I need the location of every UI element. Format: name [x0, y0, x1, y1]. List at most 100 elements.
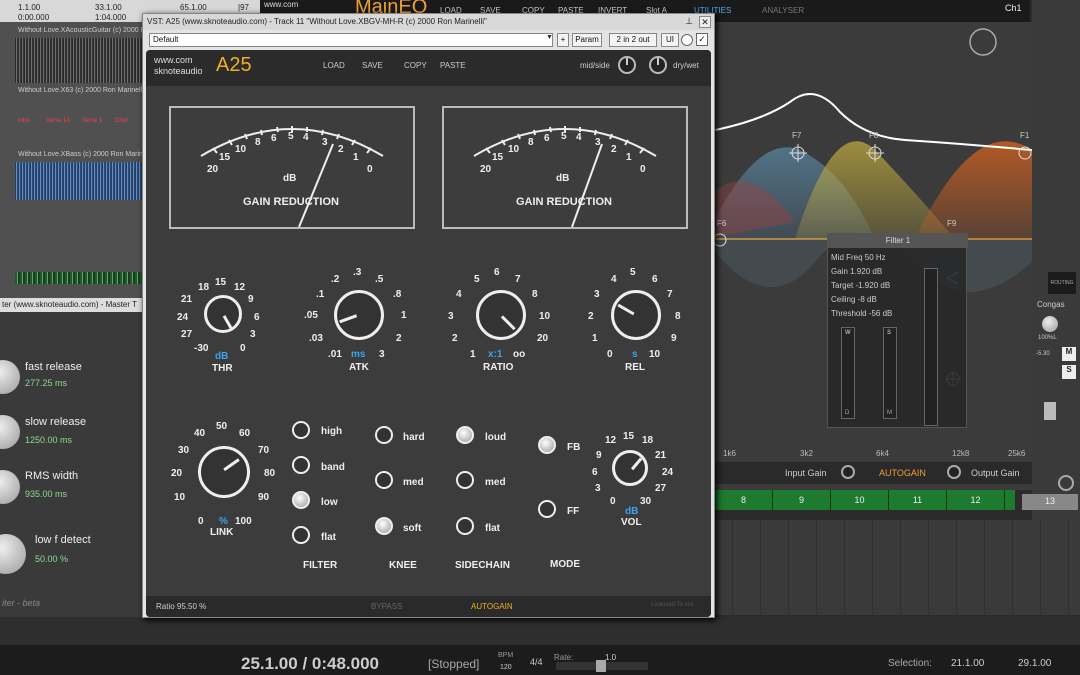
param-knob[interactable] [0, 360, 20, 394]
copy-button[interactable]: COPY [404, 61, 427, 70]
marker[interactable]: Verse 1 [82, 118, 102, 124]
release-knob[interactable] [611, 290, 661, 340]
knob-tick: 0 [198, 516, 204, 527]
selection-start: 21.1.00 [951, 658, 985, 669]
timeline-strip[interactable] [0, 617, 1080, 645]
knee-med-radio[interactable] [375, 471, 393, 489]
sidechain-med-radio[interactable] [456, 471, 474, 489]
left-plugin-footer: iter - beta [2, 598, 41, 608]
io-button[interactable]: 2 in 2 out [609, 33, 657, 47]
param-knob[interactable] [0, 470, 20, 504]
filter-low-radio[interactable] [292, 491, 310, 509]
load-button[interactable]: LOAD [323, 61, 345, 70]
menu-analyser[interactable]: ANALYSER [762, 6, 804, 15]
pin-icon[interactable]: ⊥ [683, 16, 695, 28]
knob-tick: 12 [605, 435, 617, 446]
filter-high-radio[interactable] [292, 421, 310, 439]
fader-handle[interactable] [1044, 402, 1056, 420]
time-signature[interactable]: 4/4 [530, 657, 543, 667]
meter-needle [298, 143, 334, 227]
sidechain-section-label: SIDECHAIN [455, 560, 511, 571]
knob-tick: 9 [596, 450, 602, 461]
sidechain-loud-radio[interactable] [456, 426, 474, 444]
record-icon[interactable] [1058, 475, 1074, 491]
pattern-cell[interactable]: 13 [1022, 494, 1078, 510]
meter-tick: 8 [528, 137, 534, 148]
audio-clip[interactable] [15, 38, 155, 83]
bypass-button[interactable]: BYPASS [371, 602, 402, 611]
marker[interactable]: Intro [18, 118, 30, 124]
midside-knob[interactable] [618, 56, 636, 74]
knob-tick: 4 [456, 289, 462, 300]
knob-tick: 40 [194, 428, 206, 439]
track-clip-label: Without Love.X63 (c) 2000 Ron Marinelli [18, 87, 144, 94]
meter-needle [571, 143, 603, 227]
arrangement-grid[interactable] [705, 520, 1080, 615]
rate-slider-handle[interactable] [596, 660, 606, 672]
ratio-label: RATIO [483, 362, 514, 373]
ruler-label: 0:00.000 [18, 13, 50, 22]
knob-tick: 3 [595, 483, 601, 494]
sidechain-flat-radio[interactable] [456, 517, 474, 535]
volume-knob[interactable] [612, 450, 648, 486]
gain-reduction-meter-left: 20 15 10 8 6 5 4 3 2 1 0 dB GAIN REDUCTI… [169, 106, 415, 229]
bypass-toggle-icon[interactable] [681, 34, 693, 46]
autogain-button[interactable]: AUTOGAIN [471, 602, 513, 611]
marker[interactable]: Chor [115, 118, 128, 124]
solo-button[interactable]: S [1062, 365, 1076, 379]
threshold-knob[interactable] [204, 295, 242, 333]
pattern-cell[interactable]: 8 [715, 490, 773, 510]
mode-ff-radio[interactable] [538, 500, 556, 518]
bpm-value[interactable]: 120 [500, 664, 512, 671]
filter-option-label: low [321, 497, 338, 508]
ruler-label: 1.1.00 [18, 3, 41, 12]
param-value: 1250.00 ms [25, 435, 73, 445]
attack-knob[interactable] [334, 290, 384, 340]
knee-soft-radio[interactable] [375, 517, 393, 535]
mode-fb-radio[interactable] [538, 436, 556, 454]
pattern-cell[interactable]: 12 [947, 490, 1005, 510]
rate-label: Rate: [554, 653, 574, 662]
plugin-window-title[interactable]: VST: A25 (www.sknoteaudio.com) - Track 1… [143, 14, 714, 30]
gain-slider[interactable] [924, 268, 938, 426]
input-gain-knob[interactable] [841, 465, 855, 479]
audio-clip[interactable] [15, 162, 155, 200]
status-text: Ratio 95.50 % [156, 602, 207, 611]
preset-select[interactable]: Default ▼ [149, 33, 553, 47]
close-icon[interactable]: ✕ [699, 16, 711, 28]
marker[interactable]: Verse 1A [46, 118, 70, 124]
add-preset-button[interactable]: + [557, 33, 569, 47]
knob-tick: .03 [309, 333, 323, 344]
knee-hard-radio[interactable] [375, 426, 393, 444]
param-knob[interactable] [0, 415, 20, 449]
width-slider[interactable]: WD [841, 327, 855, 419]
pattern-cell[interactable]: 10 [831, 490, 889, 510]
rate-slider[interactable] [556, 660, 648, 672]
save-button[interactable]: SAVE [362, 61, 383, 70]
enable-checkbox[interactable]: ✓ [696, 33, 708, 46]
pan-knob[interactable] [1042, 316, 1058, 332]
knob-tick: 5 [630, 267, 636, 278]
knob-tick: 6 [254, 312, 260, 323]
ratio-knob[interactable] [476, 290, 526, 340]
drywet-knob[interactable] [649, 56, 667, 74]
ms-slider[interactable]: SM [883, 327, 897, 419]
param-knob[interactable] [0, 534, 26, 574]
filter-flat-radio[interactable] [292, 526, 310, 544]
output-gain-knob[interactable] [947, 465, 961, 479]
mute-button[interactable]: M [1062, 347, 1076, 361]
pattern-cell[interactable]: 11 [889, 490, 947, 510]
midi-clip[interactable] [15, 272, 155, 284]
param-button[interactable]: Param [572, 33, 602, 47]
pattern-cell[interactable]: 9 [773, 490, 831, 510]
ui-button[interactable]: UI [661, 33, 679, 47]
knob-tick: 18 [198, 282, 210, 293]
autogain-button[interactable]: AUTOGAIN [879, 468, 926, 478]
paste-button[interactable]: PASTE [440, 61, 466, 70]
filter-band-radio[interactable] [292, 456, 310, 474]
track-area[interactable]: Without Love.XAcousticGuitar (c) 2000 Ro… [0, 22, 155, 312]
left-window-title[interactable]: ter (www.sknoteaudio.com) - Master T [0, 298, 145, 312]
routing-button[interactable]: ROUTING [1048, 272, 1076, 294]
bpm-label: BPM [498, 652, 514, 659]
link-knob[interactable] [198, 446, 250, 498]
